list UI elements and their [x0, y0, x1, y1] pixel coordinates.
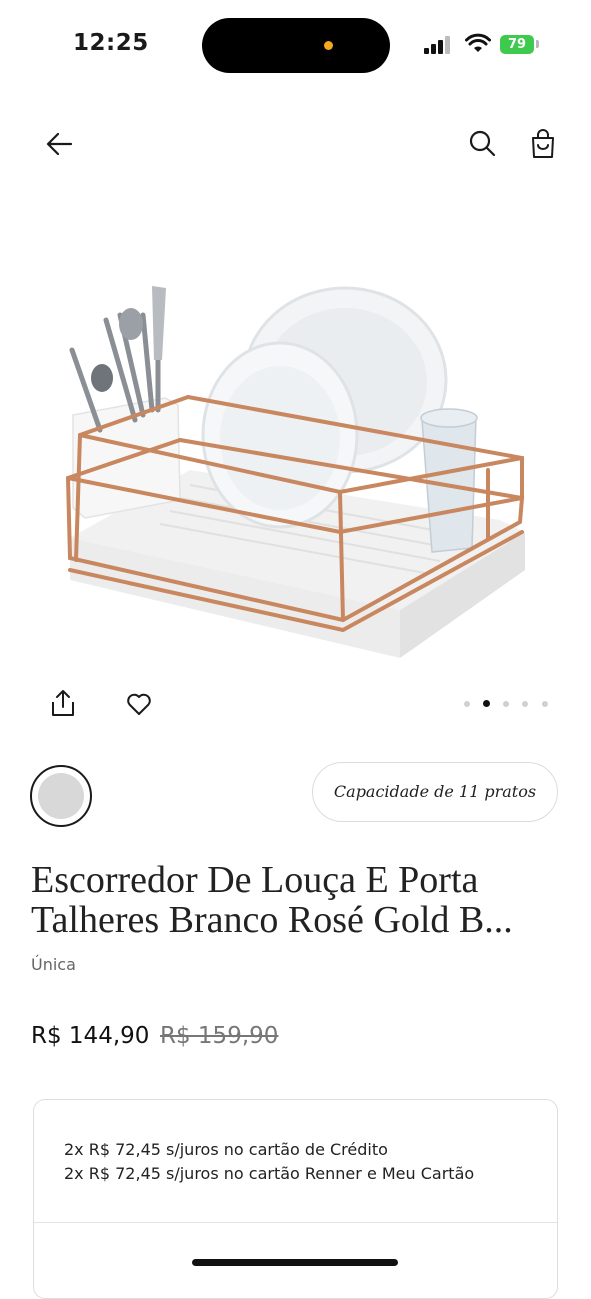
variant-chip[interactable]: Capacidade de 11 pratos — [312, 762, 558, 822]
product-size: Única — [31, 955, 76, 974]
heart-icon[interactable] — [126, 692, 152, 716]
cellular-signal-icon — [424, 36, 450, 54]
installment-store-card: 2x R$ 72,45 s/juros no cartão Renner e M… — [64, 1164, 475, 1183]
share-icon[interactable] — [49, 688, 77, 718]
color-swatch[interactable] — [30, 765, 92, 827]
installment-credit: 2x R$ 72,45 s/juros no cartão de Crédito — [64, 1140, 388, 1159]
gallery-dot[interactable] — [542, 701, 548, 707]
dynamic-island — [202, 18, 390, 73]
installments-card: 2x R$ 72,45 s/juros no cartão de Crédito… — [33, 1099, 558, 1299]
status-bar: 12:25 79 — [0, 0, 591, 90]
privacy-indicator-dot — [324, 41, 333, 50]
product-title-line-1: Escorredor De Louça E Porta — [31, 859, 479, 901]
gallery-dot-active[interactable] — [483, 700, 490, 707]
divider — [34, 1222, 557, 1223]
product-image[interactable] — [40, 270, 550, 670]
gallery-dot[interactable] — [464, 701, 470, 707]
gallery-pagination[interactable] — [460, 698, 555, 710]
original-price: R$ 159,90 — [160, 1023, 279, 1049]
status-time: 12:25 — [73, 30, 149, 56]
battery-tip — [536, 40, 539, 48]
product-title-line-2: Talheres Branco Rosé Gold B... — [31, 899, 513, 941]
home-indicator[interactable] — [192, 1259, 398, 1266]
search-icon[interactable] — [467, 128, 497, 158]
battery-level: 79 — [500, 35, 534, 54]
color-swatch-fill — [38, 773, 84, 819]
shopping-bag-icon[interactable] — [528, 128, 558, 160]
current-price: R$ 144,90 — [31, 1023, 150, 1049]
back-arrow-icon[interactable] — [44, 128, 76, 160]
wifi-icon — [465, 33, 491, 52]
gallery-dot[interactable] — [522, 701, 528, 707]
product-title: Escorredor De Louça E Porta Talheres Bra… — [31, 860, 571, 940]
gallery-dot[interactable] — [503, 701, 509, 707]
